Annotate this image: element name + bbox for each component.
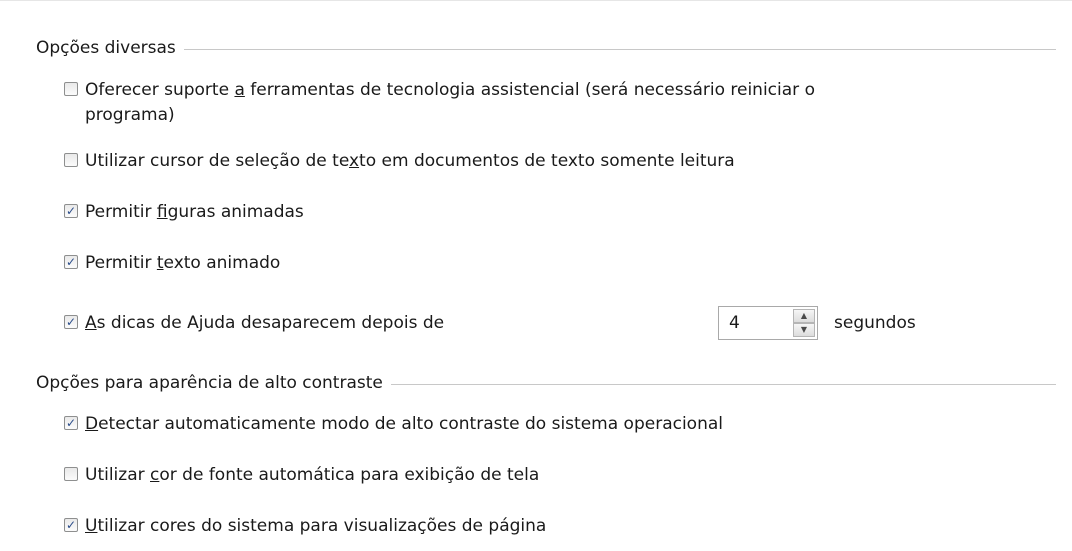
system-colors-label[interactable]: Utilizar cores do sistema para visualiza…: [85, 514, 546, 539]
spin-down-icon[interactable]: ▼: [793, 323, 815, 337]
check-icon: ✓: [65, 416, 77, 430]
misc-options-title: Opções diversas: [36, 38, 176, 58]
animated-graphics-label[interactable]: Permitir figuras animadas: [85, 200, 304, 225]
group-divider: [390, 383, 1056, 385]
text-cursor-checkbox[interactable]: [64, 153, 78, 167]
text-cursor-checkbox-row[interactable]: Utilizar cursor de seleção de texto em d…: [64, 149, 735, 174]
seconds-unit-label: segundos: [834, 313, 916, 333]
system-colors-checkbox-row[interactable]: ✓ Utilizar cores do sistema para visuali…: [64, 514, 546, 539]
detect-contrast-checkbox[interactable]: ✓: [64, 416, 78, 430]
contrast-options-group: Opções para aparência de alto contraste: [36, 371, 1056, 395]
spin-buttons: ▲ ▼: [793, 309, 815, 337]
auto-font-color-label[interactable]: Utilizar cor de fonte automática para ex…: [85, 463, 539, 488]
misc-options-group: Opções diversas: [36, 36, 1056, 60]
assistive-tech-checkbox[interactable]: [64, 82, 78, 96]
animated-graphics-checkbox-row[interactable]: ✓ Permitir figuras animadas: [64, 200, 304, 225]
auto-font-color-checkbox-row[interactable]: Utilizar cor de fonte automática para ex…: [64, 463, 539, 488]
animated-graphics-checkbox[interactable]: ✓: [64, 204, 78, 218]
detect-contrast-label[interactable]: Detectar automaticamente modo de alto co…: [85, 412, 723, 437]
group-divider: [183, 48, 1056, 50]
animated-text-checkbox-row[interactable]: ✓ Permitir texto animado: [64, 251, 280, 276]
animated-text-label[interactable]: Permitir texto animado: [85, 251, 280, 276]
detect-contrast-checkbox-row[interactable]: ✓ Detectar automaticamente modo de alto …: [64, 412, 723, 437]
check-icon: ✓: [65, 315, 77, 329]
contrast-options-title: Opções para aparência de alto contraste: [36, 373, 383, 393]
help-tips-checkbox-row[interactable]: ✓ As dicas de Ajuda desaparecem depois d…: [64, 311, 444, 336]
assistive-tech-checkbox-row[interactable]: Oferecer suporte a ferramentas de tecnol…: [64, 78, 815, 128]
check-icon: ✓: [65, 255, 77, 269]
animated-text-checkbox[interactable]: ✓: [64, 255, 78, 269]
options-panel: Opções diversas Oferecer suporte a ferra…: [0, 0, 1072, 551]
help-tips-checkbox[interactable]: ✓: [64, 315, 78, 329]
help-tips-seconds-spinbox[interactable]: 4 ▲ ▼: [718, 306, 818, 340]
check-icon: ✓: [65, 518, 77, 532]
system-colors-checkbox[interactable]: ✓: [64, 518, 78, 532]
spin-up-icon[interactable]: ▲: [793, 309, 815, 323]
check-icon: ✓: [65, 204, 77, 218]
text-cursor-label[interactable]: Utilizar cursor de seleção de texto em d…: [85, 149, 735, 174]
assistive-tech-label[interactable]: Oferecer suporte a ferramentas de tecnol…: [85, 78, 815, 128]
auto-font-color-checkbox[interactable]: [64, 467, 78, 481]
help-tips-label[interactable]: As dicas de Ajuda desaparecem depois de: [85, 311, 444, 336]
seconds-value[interactable]: 4: [719, 313, 793, 333]
